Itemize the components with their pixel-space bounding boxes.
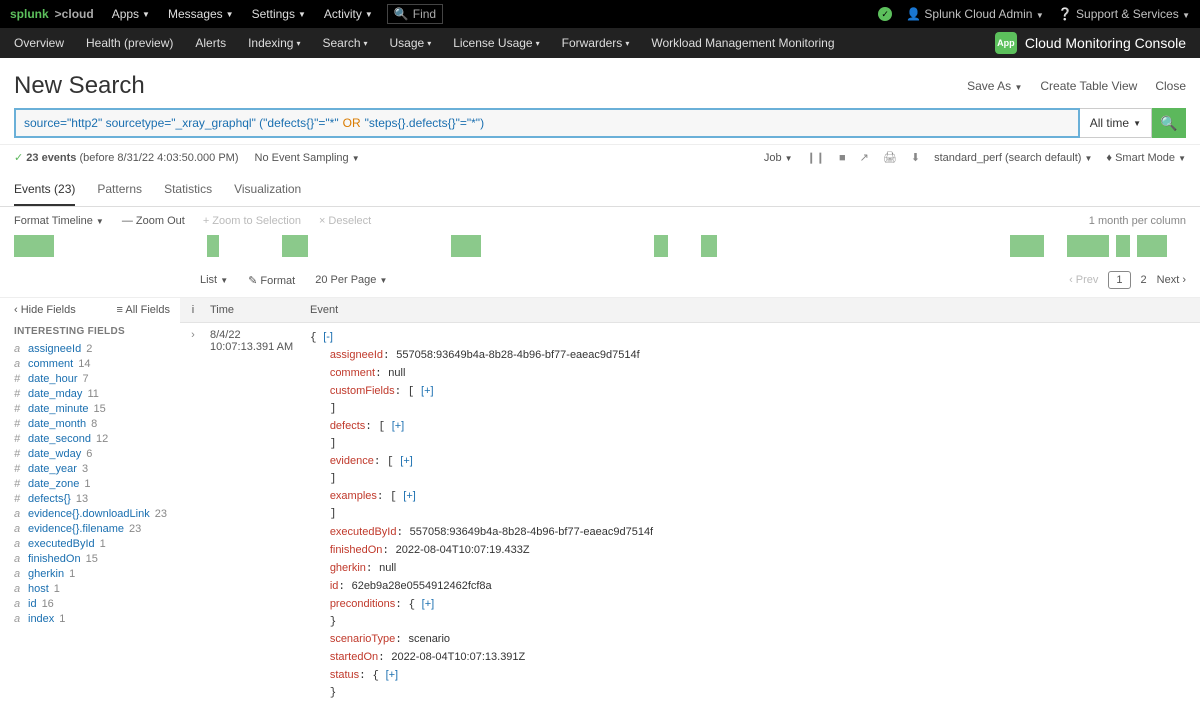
sampling-menu[interactable]: No Event Sampling ▼ [255,152,360,164]
search-button[interactable]: 🔍 [1152,108,1186,138]
page-1[interactable]: 1 [1108,271,1130,289]
job-menu[interactable]: Job ▼ [764,152,793,164]
page-2[interactable]: 2 [1141,274,1147,286]
event-count: 23 events [26,152,76,164]
create-table-view[interactable]: Create Table View [1040,79,1137,93]
field-row[interactable]: aid16 [14,598,170,610]
field-row[interactable]: #date_year3 [14,463,170,475]
field-row[interactable]: agherkin1 [14,568,170,580]
col-info: i [180,298,206,322]
field-row[interactable]: #date_minute15 [14,403,170,415]
hide-fields[interactable]: ‹ Hide Fields [14,304,76,316]
tab-statistics[interactable]: Statistics [164,176,212,206]
user-menu[interactable]: 👤 Splunk Cloud Admin ▼ [906,7,1044,21]
perpage-menu[interactable]: 20 Per Page ▼ [315,274,387,286]
search-icon: 🔍 [394,7,409,21]
save-as[interactable]: Save As ▼ [967,79,1022,93]
nav-overview[interactable]: Overview [14,36,64,50]
event-body[interactable]: { [-] assigneeId: 557058:93649b4a-8b28-4… [306,323,1200,708]
support-menu[interactable]: ❔ Support & Services ▼ [1058,7,1190,21]
share-icon[interactable]: ↗ [860,151,869,164]
field-row[interactable]: #date_hour7 [14,373,170,385]
field-row[interactable]: #date_zone1 [14,478,170,490]
nav-license[interactable]: License Usage▾ [453,36,539,50]
nav-alerts[interactable]: Alerts [195,36,226,50]
stop-icon[interactable]: ■ [839,152,846,164]
timeline[interactable] [0,235,1200,257]
tab-events[interactable]: Events (23) [14,176,75,206]
col-time: Time [206,298,306,322]
smart-mode[interactable]: ♦ Smart Mode ▼ [1106,152,1186,164]
search-input[interactable]: source="http2" sourcetype="_xray_graphql… [14,108,1080,138]
format-menu[interactable]: ✎ Format [248,274,295,287]
field-row[interactable]: acomment14 [14,358,170,370]
top-activity[interactable]: Activity▼ [324,7,373,21]
nav-health[interactable]: Health (preview) [86,36,173,50]
nav-workload[interactable]: Workload Management Monitoring [651,36,834,50]
page-title: New Search [14,72,145,100]
status-ok-icon[interactable]: ✓ [878,7,892,21]
zoom-selection: + Zoom to Selection [203,215,301,227]
brand-cloud: >cloud [55,7,94,21]
time-range-picker[interactable]: All time▼ [1080,108,1152,138]
expand-row[interactable]: › [180,323,206,708]
nav-indexing[interactable]: Indexing▾ [248,36,300,50]
field-row[interactable]: aevidence{}.downloadLink23 [14,508,170,520]
zoom-out[interactable]: — Zoom Out [122,215,185,227]
next-page[interactable]: Next › [1157,274,1186,286]
pause-icon[interactable]: ❙❙ [807,151,825,164]
print-icon[interactable]: 🖨 [883,151,897,164]
top-apps[interactable]: Apps▼ [112,7,150,21]
top-settings[interactable]: Settings▼ [252,7,306,21]
field-row[interactable]: #defects{}13 [14,493,170,505]
timeline-scale: 1 month per column [1089,215,1186,227]
close[interactable]: Close [1155,79,1186,93]
app-icon: App [995,32,1017,54]
col-event: Event [306,298,1200,322]
list-menu[interactable]: List ▼ [200,274,228,286]
field-row[interactable]: aexecutedById1 [14,538,170,550]
export-icon[interactable]: ⬇ [911,151,920,164]
field-row[interactable]: #date_second12 [14,433,170,445]
nav-search[interactable]: Search▾ [322,36,367,50]
fields-heading: INTERESTING FIELDS [14,326,170,337]
tab-patterns[interactable]: Patterns [97,176,142,206]
event-time: 8/4/22 10:07:13.391 AM [206,323,306,708]
app-name: Cloud Monitoring Console [1025,35,1186,51]
format-timeline[interactable]: Format Timeline ▼ [14,215,104,227]
find-input[interactable]: 🔍 Find [387,4,443,24]
field-row[interactable]: aindex1 [14,613,170,625]
field-row[interactable]: aassigneeId2 [14,343,170,355]
field-row[interactable]: #date_mday11 [14,388,170,400]
deselect: × Deselect [319,215,371,227]
field-row[interactable]: aevidence{}.filename23 [14,523,170,535]
magnify-icon: 🔍 [1160,115,1177,132]
field-row[interactable]: #date_wday6 [14,448,170,460]
top-messages[interactable]: Messages▼ [168,7,234,21]
check-icon: ✓ [14,152,23,164]
field-row[interactable]: #date_month8 [14,418,170,430]
nav-forwarders[interactable]: Forwarders▾ [562,36,630,50]
format-select[interactable]: standard_perf (search default) ▼ [934,152,1092,164]
field-row[interactable]: ahost1 [14,583,170,595]
prev-page: ‹ Prev [1069,274,1098,286]
brand-splunk: splunk [10,7,49,21]
all-fields[interactable]: ≡ All Fields [117,304,171,316]
tab-visualization[interactable]: Visualization [234,176,301,206]
nav-usage[interactable]: Usage▾ [390,36,432,50]
field-row[interactable]: afinishedOn15 [14,553,170,565]
